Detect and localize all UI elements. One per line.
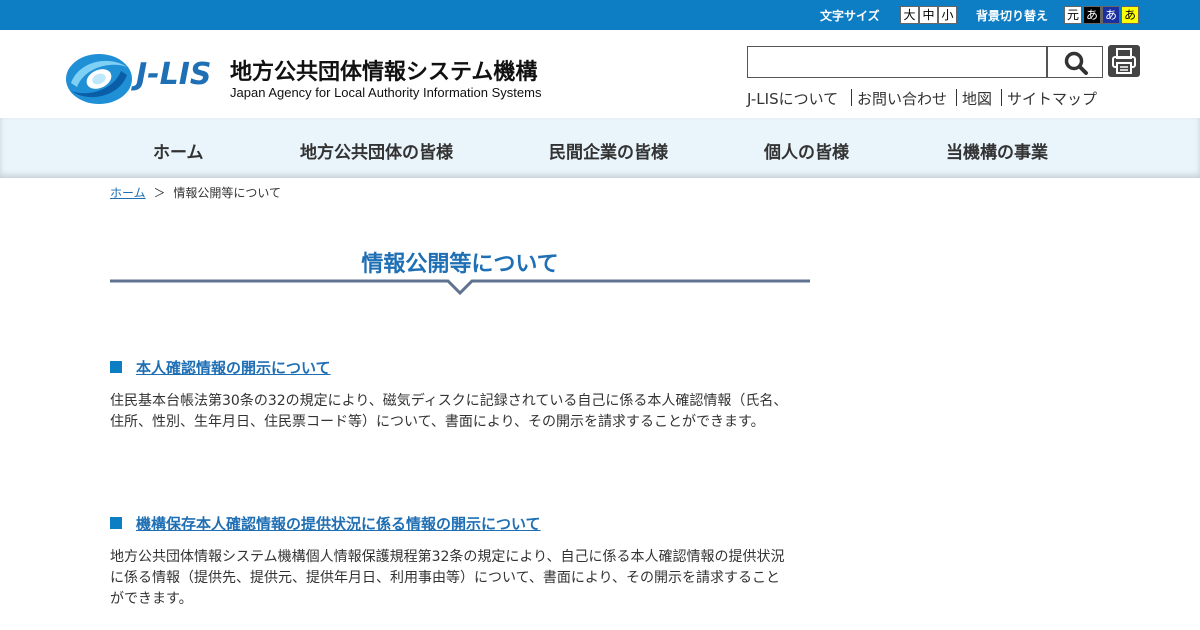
title-underline: [110, 279, 810, 296]
jlis-logo-icon[interactable]: [65, 53, 133, 105]
section-bullet: [110, 517, 122, 529]
util-divider: [851, 89, 852, 106]
page-title: 情報公開等について: [361, 252, 559, 277]
site-header: J-LIS 地方公共団体情報システム機構 Japan Agency for Lo…: [0, 30, 1200, 118]
about-jlis-link[interactable]: J-LISについて: [747, 88, 838, 109]
section-body: 住民基本台帳法第30条の32の規定により、磁気ディスクに記録されている自己に係る…: [110, 393, 788, 430]
font-size-medium-button[interactable]: 中: [919, 6, 938, 24]
bg-yellow-button[interactable]: あ: [1121, 6, 1139, 24]
org-name-en[interactable]: Japan Agency for Local Authority Informa…: [230, 85, 541, 100]
nav-item-home[interactable]: ホーム: [153, 138, 204, 163]
section-link-provision-status-disclosure[interactable]: 機構保存本人確認情報の提供状況に係る情報の開示について: [136, 513, 541, 534]
util-divider: [1001, 89, 1002, 106]
search-button[interactable]: [1047, 46, 1103, 78]
util-divider: [956, 89, 957, 106]
org-name-ja[interactable]: 地方公共団体情報システム機構: [230, 54, 537, 86]
top-utility-bar: 文字サイズ 大 中 小 背景切り替え 元 あ あ あ: [0, 0, 1200, 30]
nav-item-our-business[interactable]: 当機構の事業: [946, 138, 1048, 163]
bg-default-button[interactable]: 元: [1064, 6, 1082, 24]
printer-icon: [1112, 48, 1136, 74]
section-body: 地方公共団体情報システム機構個人情報保護規程第32条の規定により、自己に係る本人…: [110, 549, 785, 607]
map-link[interactable]: 地図: [962, 88, 992, 109]
bg-blue-button[interactable]: あ: [1102, 6, 1120, 24]
breadcrumb-separator: ＞: [153, 186, 166, 200]
nav-item-private-companies[interactable]: 民間企業の皆様: [549, 138, 668, 163]
search-icon: [1064, 51, 1088, 75]
bg-black-button[interactable]: あ: [1083, 6, 1101, 24]
contact-link[interactable]: お問い合わせ: [857, 88, 947, 109]
nav-item-individuals[interactable]: 個人の皆様: [764, 138, 849, 163]
logo-wordmark[interactable]: J-LIS: [136, 57, 212, 92]
font-size-small-button[interactable]: 小: [938, 6, 957, 24]
section-bullet: [110, 361, 122, 373]
global-nav: ホーム 地方公共団体の皆様 民間企業の皆様 個人の皆様 当機構の事業: [0, 118, 1200, 178]
section-link-identity-info-disclosure[interactable]: 本人確認情報の開示について: [136, 357, 331, 378]
breadcrumb-home-link[interactable]: ホーム: [110, 186, 146, 200]
print-button[interactable]: [1108, 45, 1140, 77]
background-switch-label: 背景切り替え: [976, 9, 1049, 23]
breadcrumb: ホーム ＞ 情報公開等について: [110, 184, 281, 201]
search-input[interactable]: [747, 46, 1047, 78]
nav-item-local-governments[interactable]: 地方公共団体の皆様: [300, 138, 453, 163]
breadcrumb-current: 情報公開等について: [173, 186, 281, 200]
font-size-large-button[interactable]: 大: [900, 6, 919, 24]
font-size-label: 文字サイズ: [820, 9, 880, 23]
sitemap-link[interactable]: サイトマップ: [1007, 88, 1097, 109]
